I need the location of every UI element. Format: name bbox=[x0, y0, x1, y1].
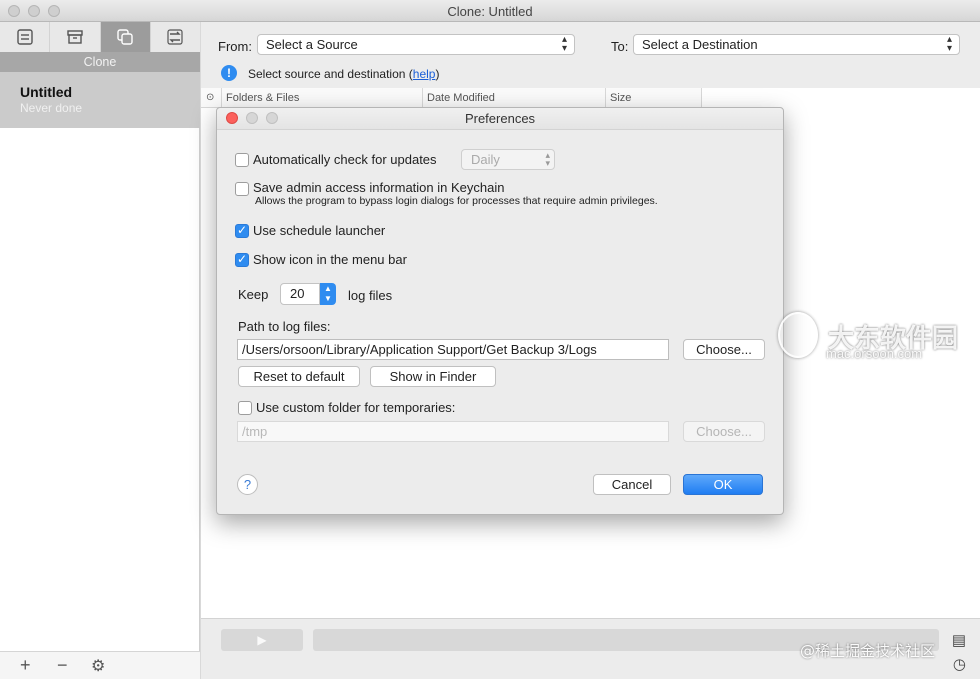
clock-icon[interactable]: ◷ bbox=[953, 655, 966, 673]
reset-default-button[interactable]: Reset to default bbox=[238, 366, 360, 387]
preferences-dialog: Preferences Automatically check for upda… bbox=[216, 107, 784, 515]
sidebar-toolbar bbox=[0, 22, 200, 52]
keychain-label: Save admin access information in Keychai… bbox=[253, 180, 505, 195]
source-popup-value: Select a Source bbox=[266, 37, 358, 52]
chevron-updown-icon: ▴ ▾ bbox=[946, 34, 953, 54]
destination-popup[interactable]: Select a Destination ▴ ▾ bbox=[633, 34, 960, 55]
tab-archive[interactable] bbox=[50, 22, 101, 52]
help-link[interactable]: help bbox=[413, 67, 436, 81]
add-button[interactable]: + bbox=[20, 655, 31, 676]
keep-count-field[interactable]: 20 bbox=[280, 283, 320, 305]
path-label: Path to log files: bbox=[238, 319, 331, 334]
sidebar-item-status: Never done bbox=[20, 101, 83, 115]
column-folders-files[interactable]: Folders & Files bbox=[222, 88, 423, 108]
chevron-updown-icon: ▴ ▾ bbox=[545, 150, 550, 168]
log-icon[interactable]: ▤ bbox=[952, 631, 966, 649]
info-message: Select source and destination (help) bbox=[248, 67, 439, 81]
keychain-description: Allows the program to bypass login dialo… bbox=[255, 195, 658, 207]
show-in-finder-button[interactable]: Show in Finder bbox=[370, 366, 496, 387]
log-files-label: log files bbox=[348, 288, 393, 303]
keychain-checkbox[interactable] bbox=[235, 182, 249, 196]
watermark-community: @稀土掘金技术社区 bbox=[800, 642, 936, 660]
auto-update-label: Automatically check for updates bbox=[253, 152, 437, 167]
keep-label: Keep bbox=[238, 287, 269, 302]
log-path-field[interactable]: /Users/orsoon/Library/Application Suppor… bbox=[237, 339, 669, 360]
schedule-checkbox[interactable] bbox=[235, 223, 249, 238]
gear-icon[interactable]: ⚙ bbox=[91, 656, 105, 676]
table-toggle-icon[interactable]: ⊙ bbox=[201, 88, 222, 108]
remove-button[interactable]: − bbox=[57, 655, 68, 676]
temp-path-field: /tmp bbox=[237, 421, 669, 442]
column-date-modified[interactable]: Date Modified bbox=[423, 88, 606, 108]
tab-clone[interactable] bbox=[100, 22, 151, 52]
menubar-label: Show icon in the menu bar bbox=[253, 252, 407, 267]
sync-icon bbox=[167, 29, 183, 45]
cancel-button[interactable]: Cancel bbox=[593, 474, 671, 495]
sidebar-item-name: Untitled bbox=[20, 84, 73, 100]
sidebar-section-label: Clone bbox=[0, 52, 200, 72]
sidebar-bottom-bar: + − ⚙ bbox=[0, 651, 200, 679]
source-popup[interactable]: Select a Source ▴ ▾ bbox=[257, 34, 575, 55]
destination-popup-value: Select a Destination bbox=[642, 37, 758, 52]
list-icon bbox=[16, 29, 33, 45]
info-icon: ! bbox=[221, 65, 237, 81]
update-frequency-popup: Daily ▴ ▾ bbox=[461, 149, 555, 170]
custom-folder-label: Use custom folder for temporaries: bbox=[256, 400, 456, 415]
sidebar: Clone Untitled Never done + − ⚙ bbox=[0, 22, 200, 679]
dialog-title: Preferences bbox=[464, 111, 536, 126]
archive-icon bbox=[67, 30, 83, 44]
dialog-minimize-button bbox=[246, 112, 258, 124]
choose-path-button[interactable]: Choose... bbox=[683, 339, 765, 360]
dialog-titlebar: Preferences bbox=[217, 108, 783, 130]
dialog-close-button[interactable] bbox=[226, 112, 238, 124]
window-titlebar: Clone: Untitled bbox=[0, 0, 980, 22]
clone-icon bbox=[117, 29, 133, 45]
keep-count-stepper[interactable]: ▲ ▼ bbox=[320, 283, 336, 305]
sidebar-item-untitled[interactable]: Untitled Never done bbox=[0, 72, 200, 128]
ok-button[interactable]: OK bbox=[683, 474, 763, 495]
info-text: Select source and destination ( bbox=[248, 67, 413, 81]
play-icon: ▶ bbox=[257, 633, 267, 647]
window-title: Clone: Untitled bbox=[447, 4, 533, 19]
dialog-zoom-button bbox=[266, 112, 278, 124]
info-close-paren: ) bbox=[435, 67, 440, 81]
tab-sync[interactable] bbox=[151, 22, 200, 52]
to-label: To: bbox=[611, 39, 629, 54]
choose-temp-button: Choose... bbox=[683, 421, 765, 442]
update-frequency-value: Daily bbox=[471, 152, 500, 167]
menubar-checkbox[interactable] bbox=[235, 252, 249, 267]
watermark-logo-icon bbox=[778, 312, 818, 358]
watermark-url: mac.orsoon.com bbox=[826, 346, 923, 361]
tab-list[interactable] bbox=[0, 22, 51, 52]
chevron-updown-icon: ▴ ▾ bbox=[561, 34, 568, 54]
help-button[interactable]: ? bbox=[237, 474, 258, 495]
auto-update-checkbox[interactable] bbox=[235, 153, 249, 167]
custom-folder-checkbox[interactable] bbox=[238, 401, 252, 415]
column-size[interactable]: Size bbox=[606, 88, 702, 108]
from-label: From: bbox=[218, 39, 252, 54]
start-button[interactable]: ▶ bbox=[221, 629, 303, 651]
schedule-label: Use schedule launcher bbox=[253, 223, 386, 238]
